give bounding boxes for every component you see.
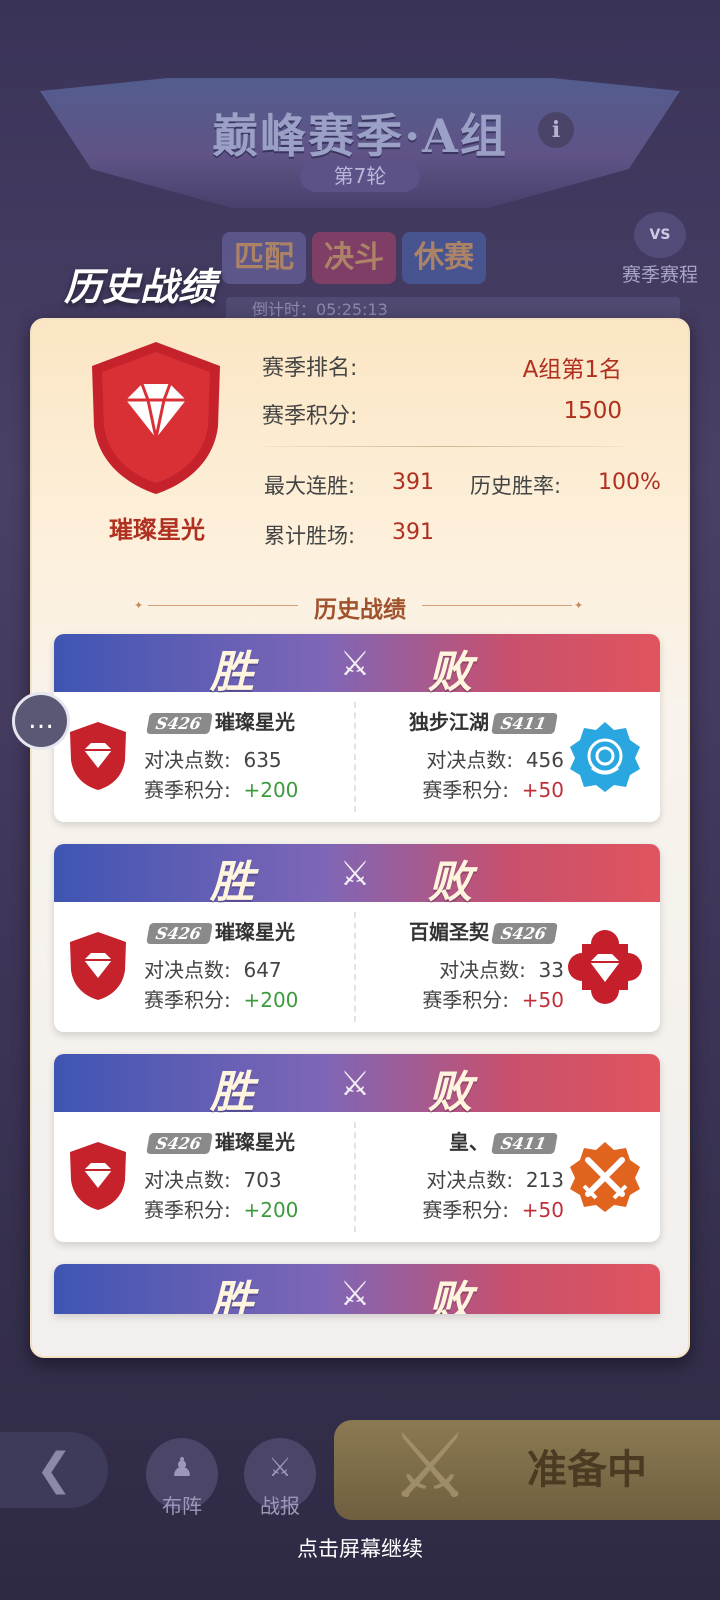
schedule-button[interactable]: VS 赛季赛程 (612, 212, 708, 286)
win-rate-value: 100% (598, 470, 661, 495)
server-tag: S411 (491, 713, 558, 734)
lose-label: 败 (428, 1277, 472, 1314)
server-tag: S426 (146, 713, 213, 734)
server-tag: S411 (491, 1133, 558, 1154)
right-season-points: 赛季积分: +50 (422, 778, 564, 802)
right-player-name: 独步江湖 S411 (409, 706, 560, 735)
rose-icon (570, 722, 640, 792)
total-wins-value: 391 (392, 520, 434, 545)
right-duel-points: 对决点数: 213 (426, 1168, 564, 1192)
match-header: 胜 ⚔ 败 (54, 1264, 660, 1314)
season-rank-value: A组第1名 (522, 357, 622, 383)
match-card[interactable]: 胜 ⚔ 败 (54, 1264, 660, 1314)
max-streak-value: 391 (392, 470, 434, 495)
player-name: 璀璨星光 (109, 515, 205, 544)
crossed-swords-icon: ⚔ (339, 644, 371, 684)
phase-match: 匹配 (222, 232, 306, 284)
right-duel-points: 对决点数: 456 (426, 748, 564, 772)
formation-label: 布阵 (162, 1494, 202, 1518)
season-title: 巅峰赛季·A组 (212, 109, 508, 163)
win-label: 胜 (210, 1277, 254, 1314)
sword-emblem-icon: ⚔ (389, 1414, 471, 1519)
match-card[interactable]: 胜 ⚔ 败 S426 璀璨星光 对决点数: 703 赛季积分: +200 皇、 S4… (54, 1054, 660, 1242)
lose-label: 败 (428, 647, 472, 698)
ornament-right-icon: ✦ (574, 599, 584, 612)
match-body: S426 璀璨星光 对决点数: 647 赛季积分: +200 百媚圣契 S426 对… (54, 902, 660, 1032)
match-divider (354, 702, 356, 812)
stats-divider (264, 446, 624, 447)
player-shield-icon (70, 932, 126, 1000)
left-duel-points: 对决点数: 635 (144, 748, 282, 772)
server-tag: S426 (146, 1133, 213, 1154)
chat-bubble-icon[interactable]: … (12, 692, 70, 750)
total-wins-label: 累计胜场: (264, 524, 356, 548)
left-player-name: S426 璀璨星光 (144, 1126, 295, 1155)
match-divider (354, 912, 356, 1022)
report-label: 战报 (260, 1494, 300, 1518)
crossed-swords-icon: ⚔ (339, 1064, 371, 1104)
match-header: 胜 ⚔ 败 (54, 1054, 660, 1118)
match-header: 胜 ⚔ 败 (54, 844, 660, 908)
match-card[interactable]: 胜 ⚔ 败 S426 璀璨星光 对决点数: 647 赛季积分: +200 百媚圣契… (54, 844, 660, 1032)
chess-pieces-icon: ♟ (170, 1453, 194, 1483)
phase-rest: 休赛 (402, 232, 486, 284)
schedule-label: 赛季赛程 (621, 264, 698, 286)
right-player-name: 皇、 S411 (449, 1126, 560, 1155)
right-season-points: 赛季积分: +50 (422, 1198, 564, 1222)
win-label: 胜 (210, 857, 254, 908)
left-duel-points: 对决点数: 703 (144, 1168, 282, 1192)
crossed-swords-icon (570, 1142, 640, 1212)
continue-hint[interactable]: 点击屏幕继续 (0, 1533, 720, 1563)
diamond-flower-icon (568, 930, 642, 1004)
ornament-line-right (422, 605, 572, 606)
right-duel-points: 对决点数: 33 (439, 958, 564, 982)
win-label: 胜 (210, 1067, 254, 1118)
player-shield-icon (70, 1142, 126, 1210)
right-season-points: 赛季积分: +50 (422, 988, 564, 1012)
diamond-shield-icon (92, 342, 220, 494)
season-rank-label: 赛季排名: (262, 356, 358, 381)
back-button[interactable]: ❮ (0, 1432, 108, 1508)
match-card[interactable]: 胜 ⚔ 败 S426 璀璨星光 对决点数: 635 赛季积分: +200 独步江湖… (54, 634, 660, 822)
battle-report-icon: ⚔ (268, 1453, 292, 1483)
history-section-title: 历史战绩 (314, 596, 406, 623)
info-icon[interactable]: i (538, 112, 574, 148)
win-label: 胜 (210, 647, 254, 698)
left-player-name: S426 璀璨星光 (144, 706, 295, 735)
season-points-label: 赛季积分: (262, 404, 358, 429)
match-divider (354, 1122, 356, 1232)
match-body: S426 璀璨星光 对决点数: 703 赛季积分: +200 皇、 S411 对决点… (54, 1112, 660, 1242)
player-shield-icon (70, 722, 126, 790)
match-header: 胜 ⚔ 败 (54, 634, 660, 698)
lose-label: 败 (428, 857, 472, 908)
season-points-value: 1500 (563, 398, 622, 424)
history-heading: 历史战绩 (64, 264, 217, 309)
left-season-points: 赛季积分: +200 (144, 1198, 299, 1222)
right-player-name: 百媚圣契 S426 (409, 916, 560, 945)
left-duel-points: 对决点数: 647 (144, 958, 282, 982)
lose-label: 败 (428, 1067, 472, 1118)
phase-duel: 决斗 (312, 232, 396, 284)
win-rate-label: 历史胜率: (470, 474, 562, 498)
vs-calendar-icon: VS (634, 212, 686, 258)
left-player-name: S426 璀璨星光 (144, 916, 295, 945)
left-season-points: 赛季积分: +200 (144, 988, 299, 1012)
crossed-swords-icon: ⚔ (339, 854, 371, 894)
history-panel: 璀璨星光 赛季排名: A组第1名 赛季积分: 1500 最大连胜: 391 历史… (30, 318, 690, 1358)
phase-row: 匹配 决斗 休赛 (222, 232, 486, 288)
server-tag: S426 (491, 923, 558, 944)
round-label: 第7轮 (300, 160, 420, 192)
left-season-points: 赛季积分: +200 (144, 778, 299, 802)
crossed-swords-icon: ⚔ (339, 1274, 371, 1314)
chevron-left-icon: ❮ (35, 1444, 73, 1495)
match-body: S426 璀璨星光 对决点数: 635 赛季积分: +200 独步江湖 S411 对… (54, 692, 660, 822)
server-tag: S426 (146, 923, 213, 944)
max-streak-label: 最大连胜: (264, 474, 356, 498)
